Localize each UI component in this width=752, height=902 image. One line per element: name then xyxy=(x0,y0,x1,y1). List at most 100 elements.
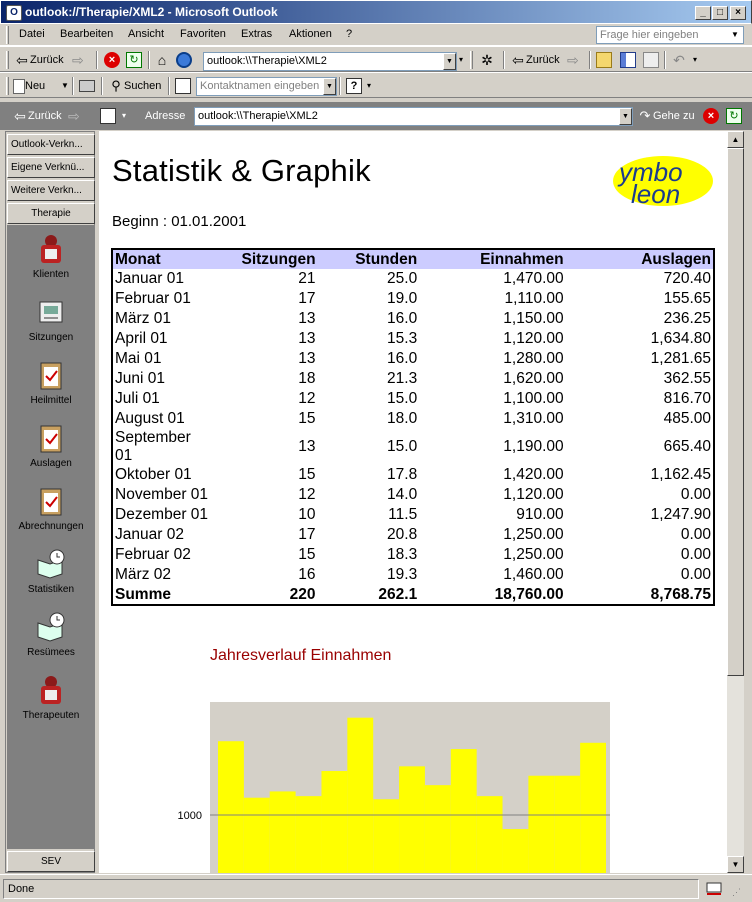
folder-dropdown-icon[interactable]: ▾ xyxy=(122,107,126,125)
toolbar-chevron-icon[interactable]: ▾ xyxy=(693,51,697,69)
sum-stunden: 262.1 xyxy=(378,585,418,603)
undo-button[interactable]: ↶ xyxy=(671,51,687,69)
menu-aktionen[interactable]: Aktionen xyxy=(289,28,332,40)
print-button[interactable] xyxy=(79,77,95,95)
new-document-icon xyxy=(13,78,25,94)
up-folder-button[interactable] xyxy=(596,51,612,69)
help-button[interactable]: ? xyxy=(346,77,362,95)
folder-list-button[interactable] xyxy=(620,51,636,69)
folder-shortcut-button[interactable] xyxy=(100,107,116,125)
refresh-button[interactable]: ↻ xyxy=(126,51,142,69)
menu-bearbeiten[interactable]: Bearbeiten xyxy=(60,28,113,40)
shortcut-resumees[interactable]: Resümees xyxy=(7,611,95,658)
menu-grip[interactable] xyxy=(6,26,9,44)
bar-10 xyxy=(450,749,477,873)
scroll-thumb[interactable] xyxy=(727,148,744,676)
address-input[interactable]: outlook:\\Therapie\XML2 ▼ xyxy=(194,107,633,126)
toolbar-grip[interactable] xyxy=(470,51,473,69)
group-therapie[interactable]: Therapie xyxy=(7,203,95,224)
shortcut-label: Heilmittel xyxy=(30,395,72,406)
back-label-2: Zurück xyxy=(526,54,560,66)
nav-refresh-button[interactable]: ↻ xyxy=(726,107,742,125)
menu-help[interactable]: ? xyxy=(346,28,352,40)
group-my-shortcuts[interactable]: Eigene Verknü... xyxy=(7,157,95,178)
menu-favoriten[interactable]: Favoriten xyxy=(180,28,226,40)
preview-pane-button[interactable] xyxy=(643,51,659,69)
back-button-2[interactable]: ⇦ Zurück xyxy=(510,51,560,69)
shortcut-statistiken[interactable]: Statistiken xyxy=(7,548,95,595)
shortcut-label: Auslagen xyxy=(30,458,72,469)
group-other-shortcuts[interactable]: Weitere Verkn... xyxy=(7,180,95,201)
toolbar-chevron-icon[interactable]: ▾ xyxy=(367,77,371,95)
forward-button[interactable]: ⇨ xyxy=(72,51,88,69)
home-button[interactable]: ⌂ xyxy=(154,51,170,69)
cell-monat: Juni 01 xyxy=(115,370,165,387)
shortcut-auslagen[interactable]: Auslagen xyxy=(7,422,95,469)
nav-back-button[interactable]: ⇦ Zurück xyxy=(12,107,62,125)
group-outlook-shortcuts[interactable]: Outlook-Verkn... xyxy=(7,134,95,155)
table-row: Mai 01 13 16.0 1,280.00 1,281.65 xyxy=(112,349,714,369)
new-dropdown-icon[interactable]: ▼ xyxy=(61,77,69,95)
cell-stunden: 15.3 xyxy=(387,330,418,347)
menu-ansicht[interactable]: Ansicht xyxy=(128,28,164,40)
group-sev[interactable]: SEV xyxy=(7,851,95,872)
cell-monat: Januar 01 xyxy=(115,270,184,287)
stop-button[interactable]: × xyxy=(104,51,120,69)
menu-extras[interactable]: Extras xyxy=(241,28,272,40)
contact-dropdown-icon[interactable]: ▼ xyxy=(323,78,336,95)
minimize-button[interactable]: _ xyxy=(695,6,711,20)
sum-monat: Summe xyxy=(115,585,171,603)
address-dropdown-icon[interactable]: ▼ xyxy=(619,108,632,125)
shortcut-label: Abrechnungen xyxy=(18,521,84,532)
therapists-icon xyxy=(41,676,61,704)
nav-forward-button[interactable]: ⇨ xyxy=(68,107,84,125)
printer-icon xyxy=(79,80,95,93)
back-button[interactable]: ⇦ Zurück xyxy=(14,51,64,69)
page-title: Statistik & Graphik xyxy=(112,153,371,188)
toolbar-grip[interactable] xyxy=(6,77,9,95)
shortcut-heilmittel[interactable]: Heilmittel xyxy=(7,359,95,406)
outlook-bar: Outlook-Verkn... Eigene Verknü... Weiter… xyxy=(5,131,95,873)
toolbar-grip[interactable] xyxy=(6,51,9,69)
address-book-button[interactable] xyxy=(175,77,191,95)
web-options-button[interactable]: ✲ xyxy=(479,51,495,69)
close-window-button[interactable]: × xyxy=(730,6,746,20)
cell-einnahmen: 1,280.00 xyxy=(503,350,564,367)
shortcut-label: Statistiken xyxy=(27,584,75,595)
shortcut-klienten[interactable]: Klienten xyxy=(7,233,95,280)
forward-button-2[interactable]: ⇨ xyxy=(567,51,583,69)
find-button[interactable]: ⚲ Suchen xyxy=(108,77,161,95)
income-bar-chart: 1000 xyxy=(178,702,610,873)
ask-dropdown-icon[interactable]: ▼ xyxy=(728,28,742,42)
shortcut-therapeuten[interactable]: Therapeuten xyxy=(7,674,95,721)
maximize-button[interactable]: □ xyxy=(712,6,728,20)
cell-auslagen: 816.70 xyxy=(663,390,711,407)
new-button[interactable]: Neu xyxy=(13,77,45,95)
toolbar-chevron-icon[interactable]: ▾ xyxy=(459,51,463,69)
url-combo[interactable]: outlook:\\Therapie\XML2 ▼ xyxy=(203,52,457,71)
cell-auslagen: 236.25 xyxy=(663,310,711,327)
home-icon: ⌂ xyxy=(157,52,167,69)
forward-arrow-icon: ⇨ xyxy=(68,108,80,125)
scroll-down-icon[interactable]: ▼ xyxy=(727,856,744,873)
cell-sitzungen: 18 xyxy=(298,370,316,387)
search-web-button[interactable] xyxy=(176,51,192,69)
cell-einnahmen: 1,120.00 xyxy=(503,486,564,503)
menu-datei[interactable]: Datei xyxy=(19,28,45,40)
shortcut-abrechnungen[interactable]: Abrechnungen xyxy=(7,485,95,532)
ask-question-input[interactable]: Frage hier eingeben ▼ xyxy=(596,26,744,44)
vertical-scrollbar[interactable]: ▲ ▼ xyxy=(727,131,744,873)
cell-einnahmen: 1,100.00 xyxy=(503,390,564,407)
contact-name-input[interactable]: Kontaktnamen eingeben ▼ xyxy=(196,77,337,96)
address-value: outlook:\\Therapie\XML2 xyxy=(198,110,318,122)
cell-einnahmen: 1,250.00 xyxy=(503,526,564,543)
shortcut-sitzungen[interactable]: Sitzungen xyxy=(7,296,95,343)
goto-button[interactable]: ↷ Gehe zu xyxy=(637,107,695,125)
url-dropdown-icon[interactable]: ▼ xyxy=(443,53,456,70)
scroll-up-icon[interactable]: ▲ xyxy=(727,131,744,148)
resize-grip-icon[interactable]: ⋰ xyxy=(732,887,746,901)
nav-stop-button[interactable]: × xyxy=(703,107,719,125)
separator xyxy=(101,77,103,95)
separator xyxy=(72,77,74,95)
outlook-app-icon[interactable]: O xyxy=(6,5,22,21)
